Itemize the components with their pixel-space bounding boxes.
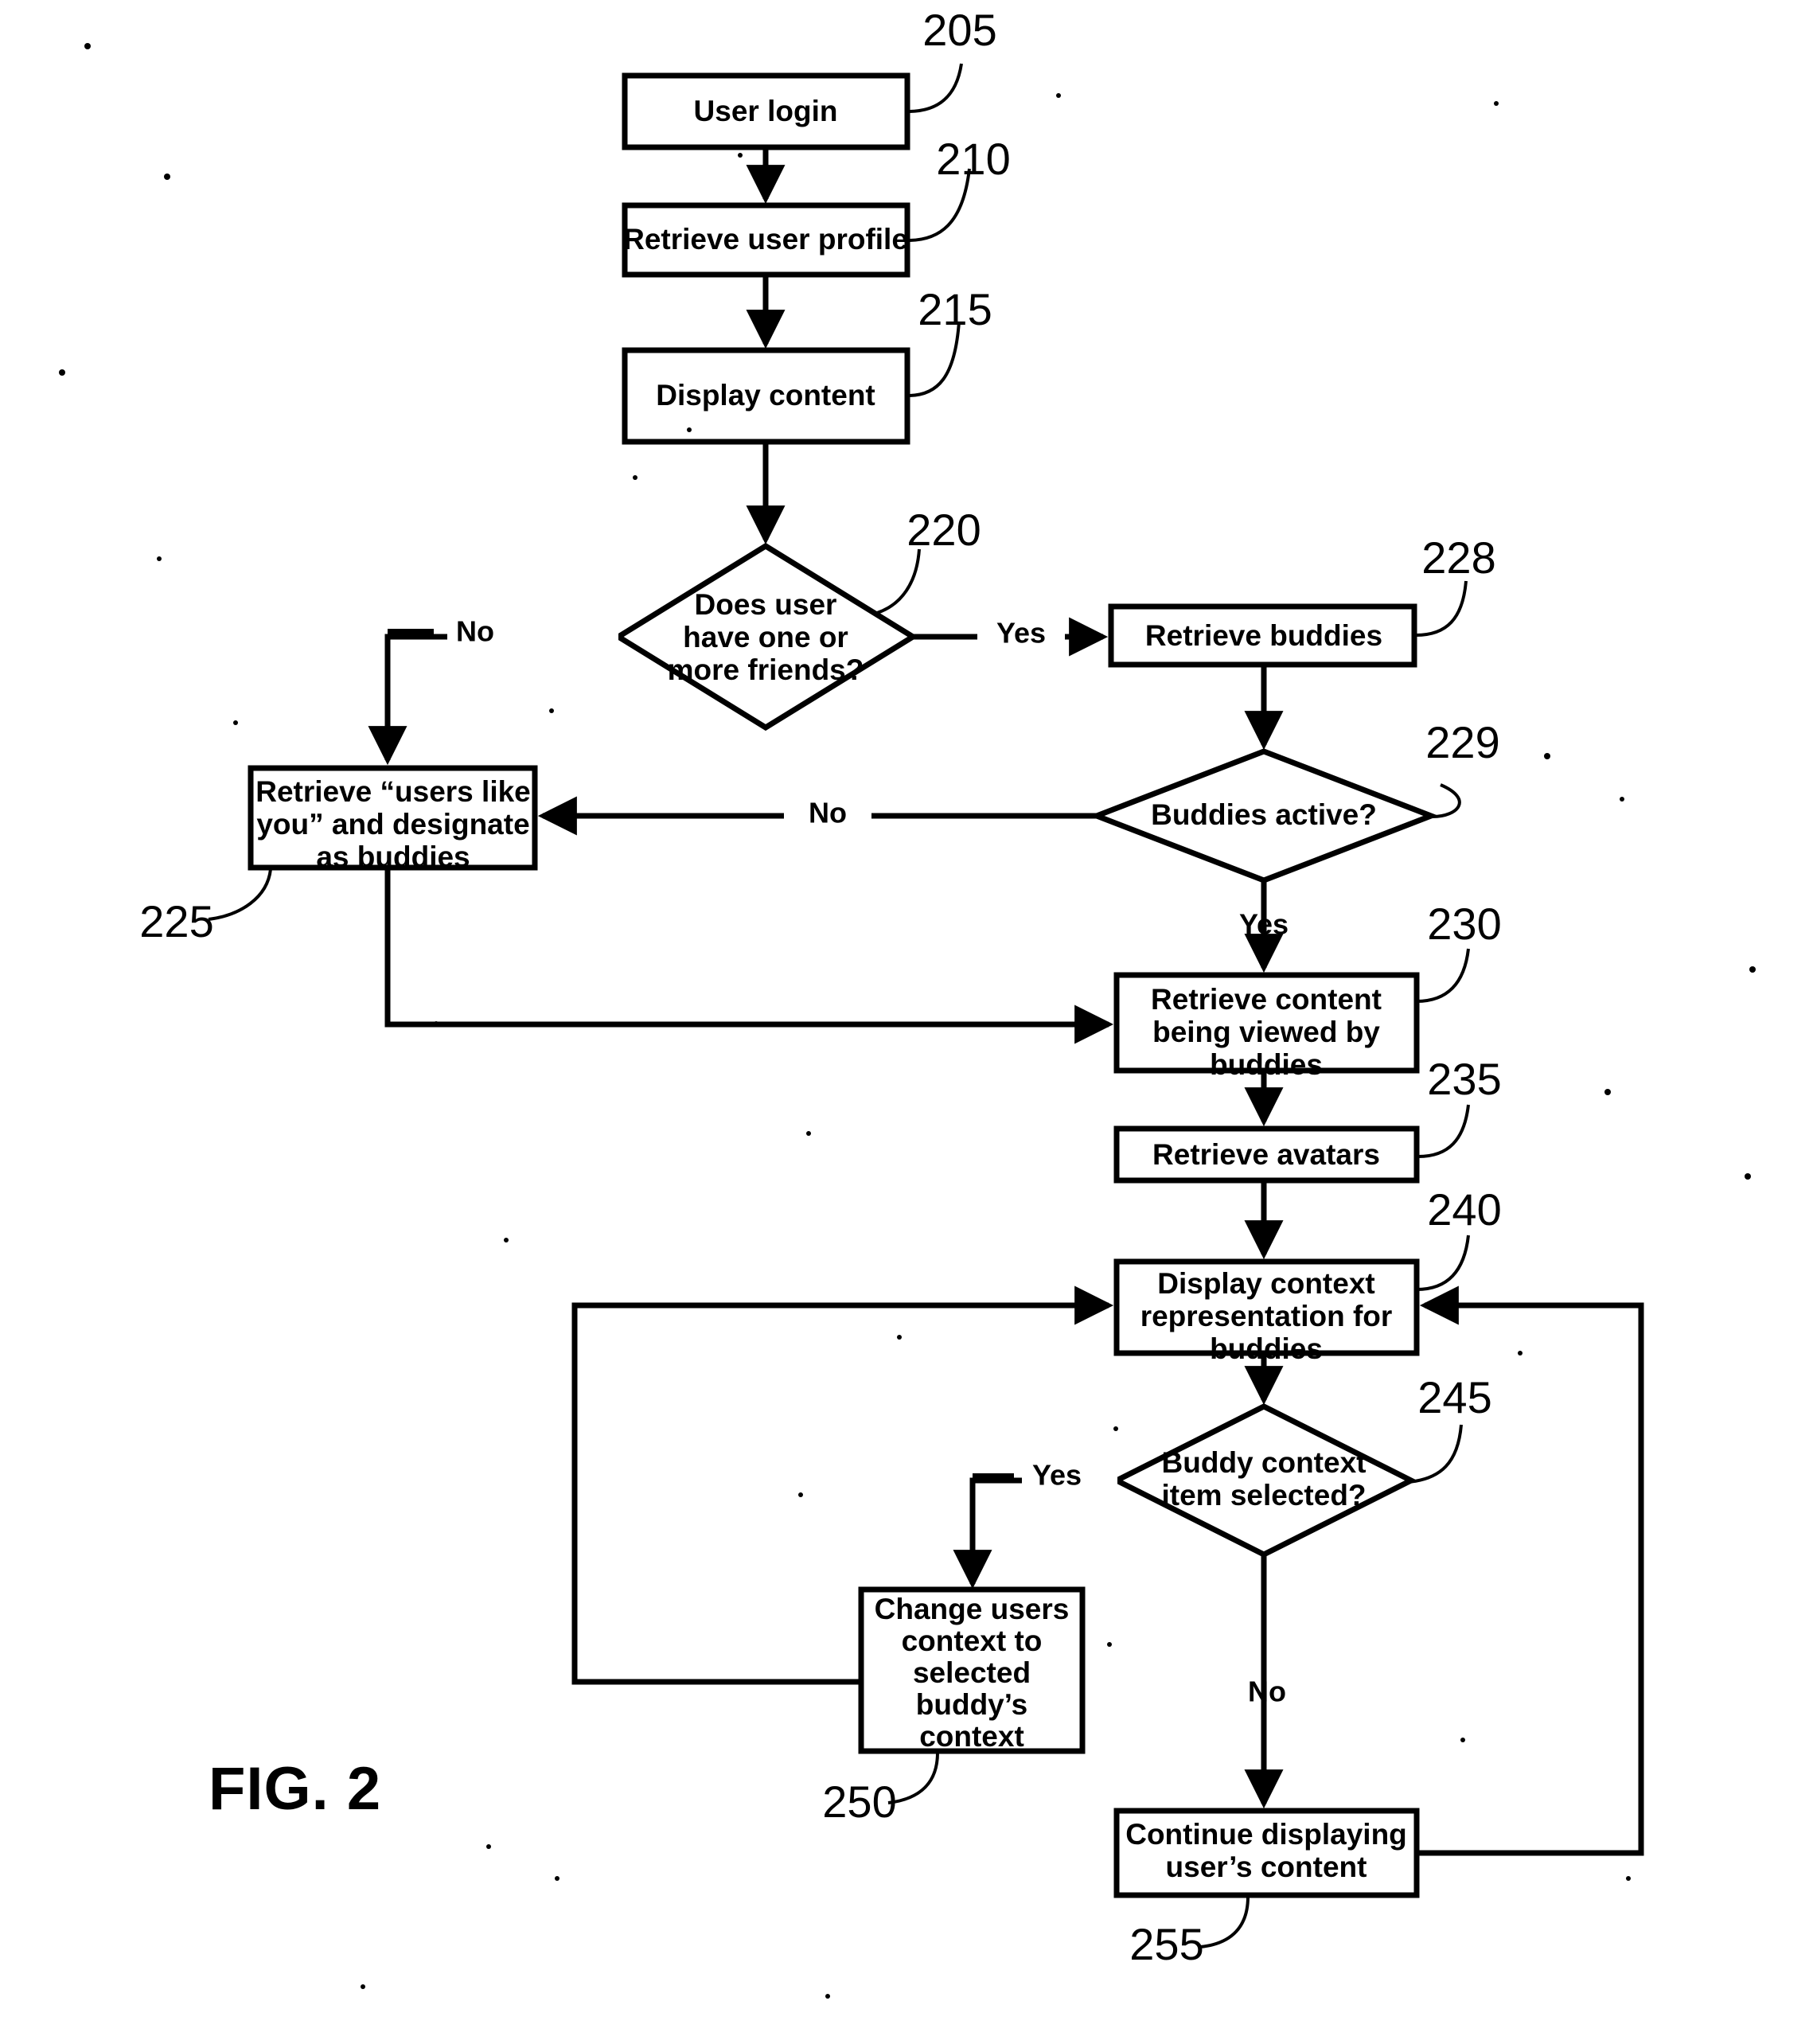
edge-label-245-no: No	[1248, 1675, 1286, 1708]
connector-245-yes-to-250	[953, 1477, 1117, 1590]
node-retrieve-content-viewed-line3: buddies	[1210, 1048, 1323, 1081]
node-retrieve-content-viewed-line1: Retrieve content	[1151, 983, 1382, 1016]
node-change-users-context-line3: selected	[913, 1656, 1031, 1689]
node-buddy-context-selected-line1: Buddy context	[1162, 1446, 1367, 1479]
scan-speck	[434, 1021, 439, 1026]
ref-numeral-235: 235	[1427, 1054, 1501, 1104]
scan-speck	[361, 1984, 365, 1989]
node-retrieve-users-like-you-line1: Retrieve “users like	[255, 775, 531, 808]
scan-speck	[1620, 797, 1624, 802]
node-has-friends-line3: more friends?	[668, 653, 864, 686]
ref-numeral-230: 230	[1427, 899, 1501, 949]
node-retrieve-buddies-label: Retrieve buddies	[1145, 619, 1382, 652]
scan-speck	[1518, 1351, 1523, 1356]
leader-line-240	[1416, 1235, 1470, 1291]
leader-line-228	[1415, 580, 1468, 637]
leader-line-225	[208, 868, 272, 921]
flowchart-canvas: User login Retrieve user profile Display…	[59, 5, 1756, 1999]
node-retrieve-content-viewed-line2: being viewed by	[1152, 1016, 1380, 1048]
ref-numeral-220: 220	[907, 505, 981, 555]
scan-speck	[504, 1238, 509, 1242]
node-display-content-label: Display content	[656, 379, 875, 412]
scan-speck	[486, 1844, 491, 1849]
leader-line-245	[1408, 1424, 1463, 1484]
node-change-users-context-line2: context to	[902, 1625, 1043, 1657]
scan-speck	[738, 153, 743, 158]
scan-speck	[806, 1131, 811, 1136]
leader-line-229	[1432, 783, 1461, 818]
connector-220-no-to-225	[368, 634, 618, 766]
ref-numeral-255: 255	[1129, 1919, 1203, 1969]
scan-speck	[1749, 966, 1756, 973]
leader-line-235	[1417, 1104, 1470, 1158]
patent-figure-sheet: User login Retrieve user profile Display…	[0, 0, 1813, 2044]
ref-numeral-225: 225	[139, 896, 213, 946]
node-user-login-label: User login	[694, 95, 838, 127]
scan-speck	[633, 475, 637, 480]
node-buddy-context-selected-line2: item selected?	[1161, 1479, 1366, 1512]
scan-speck	[1113, 1426, 1118, 1431]
scan-speck	[164, 174, 170, 180]
leader-line-205	[907, 63, 963, 113]
node-change-users-context-line5: context	[919, 1720, 1024, 1753]
edge-label-229-yes: Yes	[1239, 908, 1289, 941]
ref-numeral-245: 245	[1417, 1372, 1491, 1422]
scan-speck	[59, 369, 65, 376]
ref-numeral-250: 250	[822, 1777, 896, 1827]
node-retrieve-users-like-you-line2: you” and designate	[256, 808, 529, 841]
node-display-context-line1: Display context	[1157, 1267, 1374, 1300]
scan-speck	[549, 708, 554, 713]
scan-speck	[825, 1994, 830, 1999]
edge-label-245-yes: Yes	[1032, 1459, 1082, 1492]
edge-label-229-no: No	[809, 797, 847, 829]
node-retrieve-users-like-you-line3: as buddies	[316, 841, 470, 873]
node-continue-displaying-line2: user’s content	[1166, 1851, 1367, 1883]
scan-speck	[1107, 1642, 1112, 1647]
scan-speck	[1745, 1173, 1751, 1180]
scan-speck	[157, 556, 162, 561]
node-retrieve-user-profile-label: Retrieve user profile	[623, 223, 908, 256]
leader-line-230	[1416, 948, 1470, 1003]
scan-speck	[897, 1335, 902, 1340]
ref-numeral-215: 215	[918, 284, 992, 334]
node-display-context-line2: representation for	[1140, 1300, 1393, 1332]
ref-numeral-228: 228	[1421, 532, 1495, 583]
node-continue-displaying-line1: Continue displaying	[1125, 1818, 1407, 1851]
scan-speck	[1460, 1738, 1465, 1742]
ref-numeral-205: 205	[922, 5, 996, 55]
scan-speck	[1494, 101, 1499, 106]
connector-225-to-230	[384, 868, 1114, 1044]
node-retrieve-avatars-label: Retrieve avatars	[1152, 1138, 1380, 1171]
scan-speck	[1056, 93, 1061, 98]
scan-speck	[1604, 1089, 1611, 1095]
figure-label: FIG. 2	[209, 1755, 381, 1823]
edge-stub-220-no	[388, 629, 434, 636]
scan-speck	[1626, 1876, 1631, 1881]
node-buddies-active-label: Buddies active?	[1151, 798, 1377, 831]
scan-speck	[555, 1876, 559, 1881]
scan-speck	[84, 43, 91, 49]
node-change-users-context-line1: Change users	[875, 1593, 1070, 1625]
scan-speck	[1544, 753, 1550, 759]
node-has-friends-line2: have one or	[683, 621, 848, 653]
edge-stub-245-yes	[973, 1473, 1014, 1480]
leader-line-220	[876, 548, 921, 614]
scan-speck	[233, 720, 238, 725]
ref-numeral-240: 240	[1427, 1184, 1501, 1235]
node-has-friends-line1: Does user	[695, 588, 837, 621]
leader-line-255	[1199, 1896, 1250, 1948]
edge-label-220-no: No	[456, 615, 494, 648]
scan-speck	[798, 1492, 803, 1497]
scan-speck	[687, 427, 692, 432]
ref-numeral-229: 229	[1425, 717, 1499, 767]
ref-numeral-210: 210	[936, 134, 1010, 184]
edge-label-220-yes: Yes	[996, 617, 1046, 649]
node-display-context-line3: buddies	[1210, 1332, 1323, 1365]
node-change-users-context-line4: buddy’s	[916, 1688, 1027, 1721]
